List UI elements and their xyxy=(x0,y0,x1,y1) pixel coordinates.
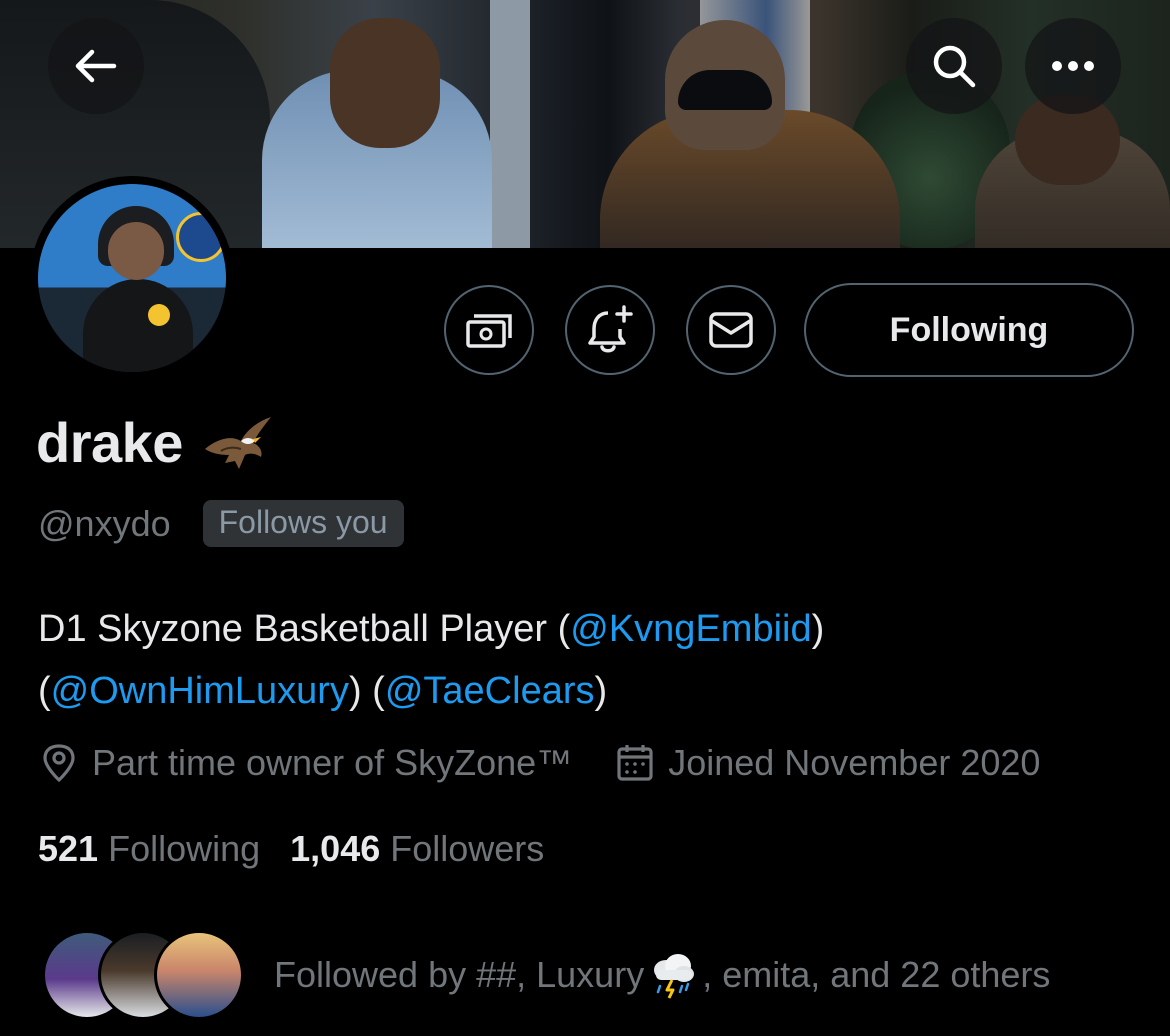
cloud-lightning-rain-icon xyxy=(654,954,695,999)
follower-avatar xyxy=(154,930,244,1020)
back-button[interactable] xyxy=(48,18,144,114)
avatar-figure-body xyxy=(83,279,193,372)
banner-figure-cap xyxy=(678,70,772,110)
calendar-icon xyxy=(617,745,653,781)
envelope-icon xyxy=(709,312,753,348)
followed-by-prefix: Followed by ##, Luxury xyxy=(274,954,645,995)
bio-text: ( xyxy=(38,670,51,712)
following-button[interactable]: Following xyxy=(804,283,1134,377)
banner-pole xyxy=(490,0,530,248)
joined-item: Joined November 2020 xyxy=(616,742,1040,784)
followers-count: 1,046 xyxy=(290,828,381,869)
followers-stat[interactable]: 1,046 Followers xyxy=(290,828,544,870)
handle-row: @nxydo Follows you xyxy=(38,500,404,547)
joined-text: Joined November 2020 xyxy=(668,742,1041,783)
followers-label: Followers xyxy=(390,828,545,869)
following-stat[interactable]: 521 Following xyxy=(38,828,260,870)
profile-meta: Part time owner of SkyZone™ Joined Novem… xyxy=(40,742,1040,784)
profile-bio: D1 Skyzone Basketball Player (@KvngEmbii… xyxy=(38,598,1138,722)
search-button[interactable] xyxy=(906,18,1002,114)
bio-text: ) xyxy=(594,670,608,712)
following-count: 521 xyxy=(38,828,99,869)
follows-you-badge: Follows you xyxy=(202,500,404,547)
tip-button[interactable] xyxy=(444,285,534,375)
bio-text: ) ( xyxy=(348,670,385,712)
location-pin-icon xyxy=(43,744,75,783)
user-handle: @nxydo xyxy=(38,502,171,544)
avatar-badge xyxy=(148,304,170,326)
bio-mention-link[interactable]: @TaeClears xyxy=(385,670,595,712)
display-name: drake xyxy=(36,411,183,474)
followed-by-text: Followed by ##, Luxury , emita, and 22 o… xyxy=(274,950,1050,1000)
following-label: Following xyxy=(108,828,261,869)
notifications-button[interactable] xyxy=(565,285,655,375)
bio-mention-link[interactable]: @OwnHimLuxury xyxy=(51,670,349,712)
bio-text: ) xyxy=(811,608,825,650)
search-icon xyxy=(933,45,976,88)
bio-mention-link[interactable]: @KvngEmbiid xyxy=(570,608,811,650)
eagle-emoji-icon xyxy=(204,416,271,469)
bio-text: D1 Skyzone Basketball Player ( xyxy=(38,608,571,650)
team-logo xyxy=(176,212,226,262)
follow-stats: 521 Following 1,046 Followers xyxy=(38,828,544,870)
message-button[interactable] xyxy=(686,285,776,375)
more-options-button[interactable] xyxy=(1025,18,1121,114)
location-item: Part time owner of SkyZone™ xyxy=(40,742,572,784)
money-icon xyxy=(466,314,512,348)
bell-plus-icon xyxy=(588,305,633,353)
avatar[interactable] xyxy=(38,184,226,372)
followed-by-row[interactable]: Followed by ##, Luxury , emita, and 22 o… xyxy=(42,930,1050,1020)
avatar-figure-head xyxy=(108,222,164,280)
arrow-left-icon xyxy=(75,49,117,83)
more-horizontal-icon xyxy=(1052,61,1094,71)
followed-by-suffix: , emita, and 22 others xyxy=(702,954,1051,995)
location-text: Part time owner of SkyZone™ xyxy=(92,742,573,783)
banner-figure-head xyxy=(330,18,440,148)
profile-name-row: drake xyxy=(36,410,273,475)
